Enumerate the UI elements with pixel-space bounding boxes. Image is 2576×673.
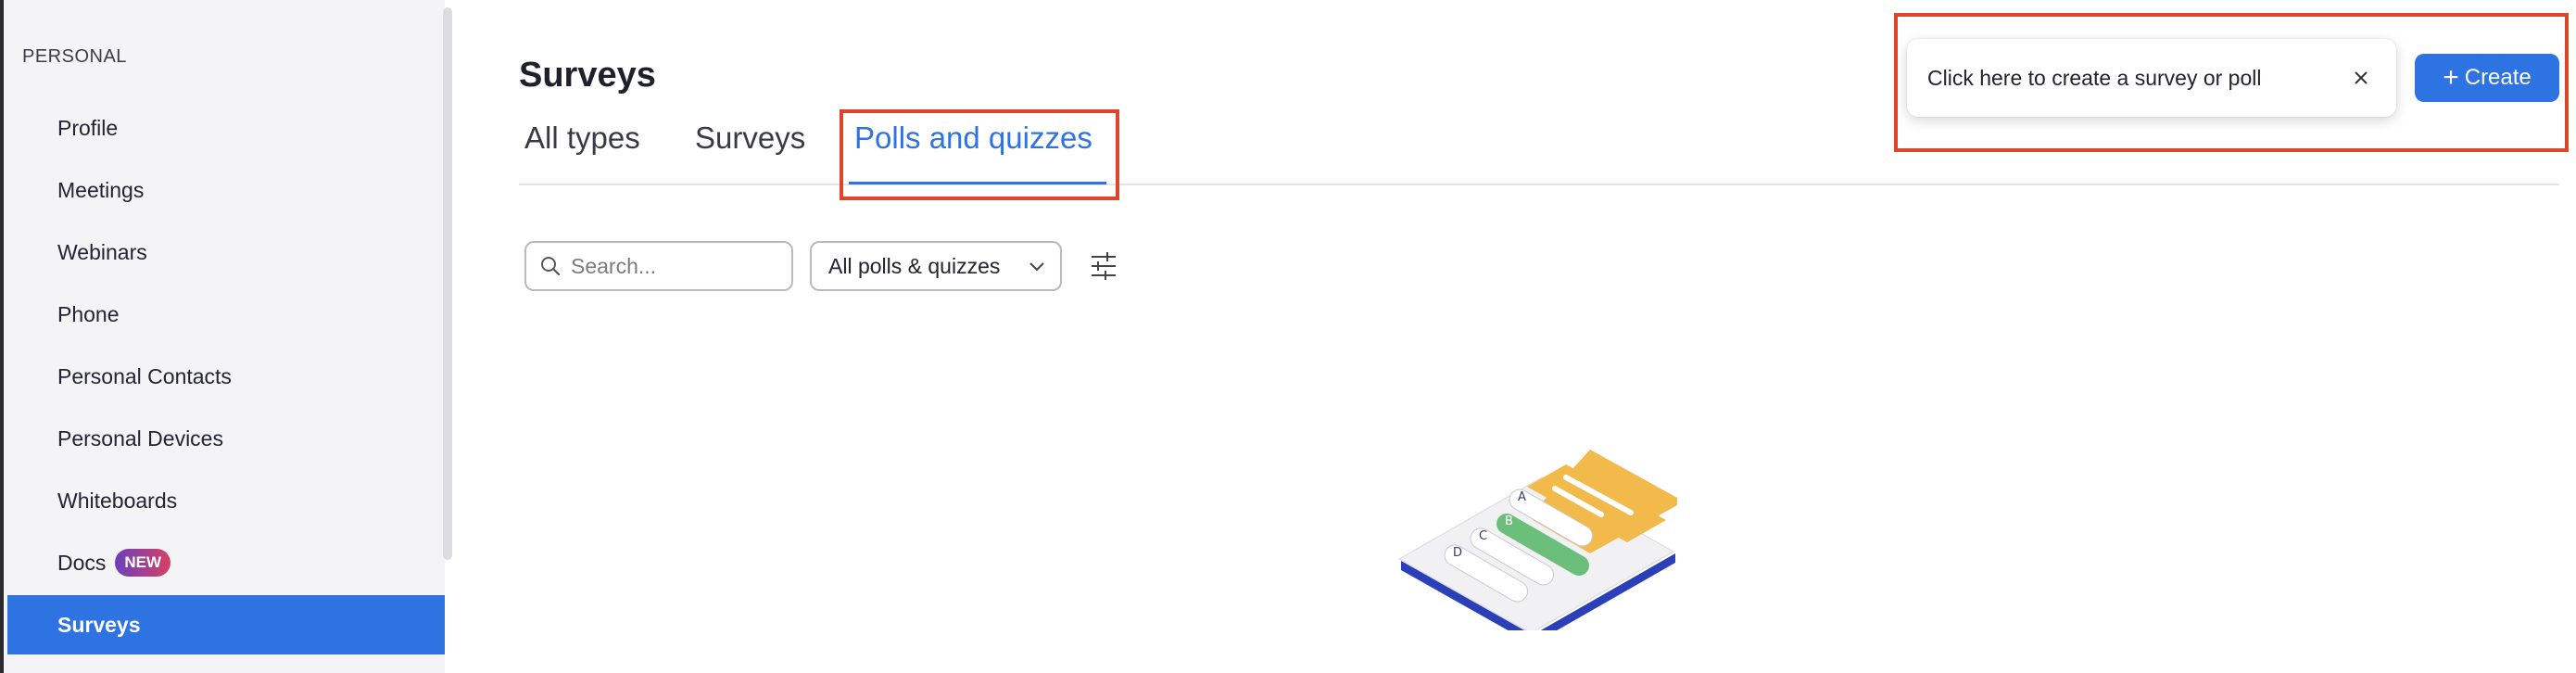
search-box[interactable] (524, 241, 793, 291)
tab-highlight-box (840, 109, 1119, 200)
sidebar-item-meetings[interactable]: Meetings (7, 160, 445, 220)
new-badge: NEW (115, 549, 171, 577)
sidebar: PERSONAL Profile Meetings Webinars Phone… (4, 0, 452, 673)
sidebar-item-personal-devices[interactable]: Personal Devices (7, 409, 445, 468)
polls-empty-illustration: A B C D (1397, 450, 1677, 630)
sidebar-item-label: Personal Contacts (57, 363, 232, 388)
sidebar-item-label: Personal Devices (57, 425, 223, 451)
sidebar-item-surveys[interactable]: Surveys (7, 595, 445, 654)
chevron-down-icon (1029, 262, 1044, 272)
search-input[interactable] (571, 253, 775, 279)
sidebar-item-label: Webinars (57, 239, 147, 264)
sidebar-item-personal-contacts[interactable]: Personal Contacts (7, 347, 445, 406)
select-value: All polls & quizzes (828, 253, 1001, 278)
sliders-icon[interactable] (1090, 250, 1118, 282)
page-title: Surveys (519, 56, 656, 95)
sidebar-item-profile[interactable]: Profile (7, 98, 445, 158)
tab-surveys[interactable]: Surveys (695, 121, 805, 156)
sidebar-item-label: Whiteboards (57, 488, 178, 513)
plus-icon: + (2443, 62, 2459, 93)
sidebar-item-docs[interactable]: Docs NEW (7, 533, 445, 592)
option-label: A (1518, 490, 1526, 504)
search-icon (541, 257, 561, 276)
sidebar-item-whiteboards[interactable]: Whiteboards (7, 471, 445, 530)
option-label: C (1479, 529, 1487, 543)
tabs-divider (519, 184, 2559, 185)
poll-type-select[interactable]: All polls & quizzes (810, 241, 1062, 291)
sidebar-item-label: Meetings (57, 177, 145, 202)
sidebar-item-webinars[interactable]: Webinars (7, 222, 445, 282)
create-button-label: Create (2464, 65, 2532, 90)
sidebar-item-label: Profile (57, 115, 119, 140)
create-tooltip: Click here to create a survey or poll (1907, 39, 2396, 117)
close-icon[interactable] (2352, 69, 2370, 87)
option-label: D (1453, 546, 1462, 560)
sidebar-item-label: Docs (57, 550, 107, 575)
sidebar-section-label: PERSONAL (22, 46, 127, 67)
tab-all-types[interactable]: All types (524, 121, 640, 156)
option-label: B (1505, 514, 1513, 528)
create-button[interactable]: + Create (2415, 54, 2559, 102)
app-root: PERSONAL Profile Meetings Webinars Phone… (0, 0, 2576, 673)
sidebar-item-label: Surveys (57, 612, 141, 637)
sidebar-scrollbar[interactable] (443, 7, 452, 560)
sidebar-item-label: Phone (57, 301, 120, 326)
sidebar-item-phone[interactable]: Phone (7, 285, 445, 344)
tooltip-text: Click here to create a survey or poll (1927, 65, 2262, 90)
